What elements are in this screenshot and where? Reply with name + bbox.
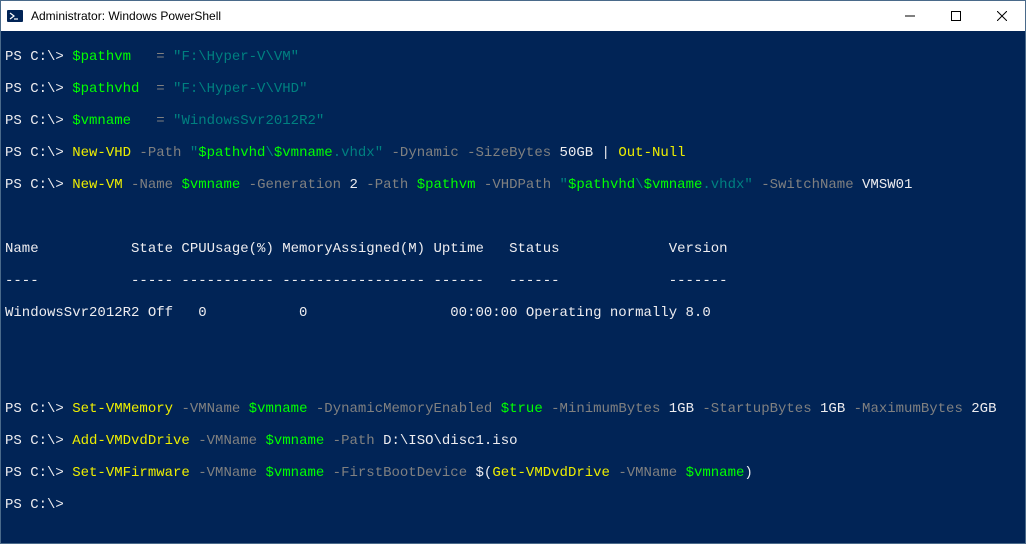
minimize-button[interactable]: [887, 1, 933, 31]
powershell-window: Administrator: Windows PowerShell PS C:\…: [0, 0, 1026, 544]
blank-line: [5, 209, 1021, 225]
table-sep: ---- ----- ----------- -----------------…: [5, 273, 1021, 289]
cmd-line: PS C:\> Set-VMFirmware -VMName $vmname -…: [5, 465, 1021, 481]
titlebar[interactable]: Administrator: Windows PowerShell: [1, 1, 1025, 31]
table-header: Name State CPUUsage(%) MemoryAssigned(M)…: [5, 241, 1021, 257]
cmd-line: PS C:\> New-VHD -Path "$pathvhd\$vmname.…: [5, 145, 1021, 161]
maximize-button[interactable]: [933, 1, 979, 31]
cmd-line: PS C:\> Set-VMMemory -VMName $vmname -Dy…: [5, 401, 1021, 417]
cmd-line: PS C:\> $pathvm = "F:\Hyper-V\VM": [5, 49, 1021, 65]
cmd-line: PS C:\> $pathvhd = "F:\Hyper-V\VHD": [5, 81, 1021, 97]
cmd-line: PS C:\> New-VM -Name $vmname -Generation…: [5, 177, 1021, 193]
close-button[interactable]: [979, 1, 1025, 31]
window-title: Administrator: Windows PowerShell: [29, 9, 887, 23]
blank-line: [5, 337, 1021, 353]
prompt-line[interactable]: PS C:\>: [5, 497, 1021, 513]
table-row: WindowsSvr2012R2 Off 0 0 00:00:00 Operat…: [5, 305, 1021, 321]
terminal-area[interactable]: PS C:\> $pathvm = "F:\Hyper-V\VM" PS C:\…: [1, 31, 1025, 544]
cmd-line: PS C:\> $vmname = "WindowsSvr2012R2": [5, 113, 1021, 129]
blank-line: [5, 369, 1021, 385]
cmd-line: PS C:\> Add-VMDvdDrive -VMName $vmname -…: [5, 433, 1021, 449]
powershell-icon: [7, 8, 23, 24]
